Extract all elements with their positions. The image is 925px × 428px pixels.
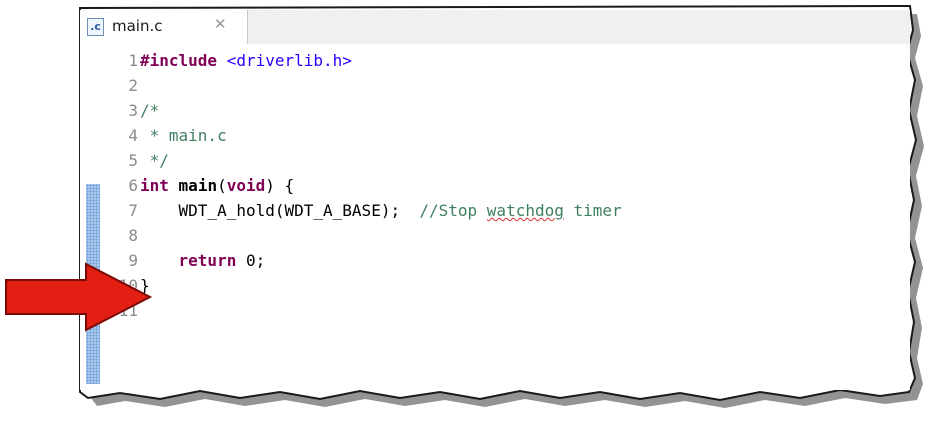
close-icon[interactable]: ✕ [214,15,227,33]
code-lines[interactable]: 1 #include <driverlib.h> 2 3/* 4 * main.c 5 *… [80,44,910,390]
code-token: #include [140,51,218,70]
code-token: ( [217,176,227,195]
tab-main-c[interactable]: .c main.c ✕ [80,10,248,44]
editor-tab-bar: .c main.c ✕ [80,10,910,45]
code-text: WDT_A_hold(WDT_A_BASE); //Stop watchdog … [140,198,622,223]
code-token: WDT_A_hold(WDT_A_BASE); [140,201,420,220]
line-number: 8 [128,226,138,245]
code-line[interactable]: 8 [80,223,910,248]
code-text: #include <driverlib.h> [140,48,352,73]
line-number: 1 [128,51,138,70]
code-token: * main.c [140,126,227,145]
code-token: main [178,176,218,195]
code-token: int [140,176,169,195]
code-line[interactable]: 6 int main(void) { [80,173,910,198]
code-text: */ [140,148,169,173]
code-token: void [226,176,266,195]
code-token: timer [563,201,622,220]
tab-label: main.c [112,17,163,35]
spelling-warning-token: watchdog [486,201,564,220]
code-text: /* [140,98,159,123]
code-token: */ [140,151,169,170]
screenshot-stage: .c main.c ✕ 1 #include <driverlib.h> 2 3/* 4… [0,0,925,428]
code-text: int main(void) { [140,173,294,198]
line-number: 3 [128,101,138,120]
code-line[interactable]: 2 [80,73,910,98]
code-token: return [178,251,237,270]
code-editor: .c main.c ✕ 1 #include <driverlib.h> 2 3/* 4… [80,10,910,390]
red-right-arrow-icon [5,262,153,332]
line-number: 4 [128,126,138,145]
line-number: 7 [128,201,138,220]
line-number: 2 [128,76,138,95]
c-source-file-icon: .c [87,18,104,36]
code-line[interactable]: 1 #include <driverlib.h> [80,48,910,73]
code-line[interactable]: 9 return 0; [80,248,910,273]
code-text: return 0; [140,248,266,273]
code-text: * main.c [140,123,227,148]
line-number: 5 [128,151,138,170]
code-token: //Stop [419,201,487,220]
line-number: 6 [128,176,138,195]
code-line[interactable]: 3/* [80,98,910,123]
code-token: 0; [236,251,266,270]
code-line[interactable]: 10} [80,273,910,298]
code-line[interactable]: 11 [80,298,910,323]
code-line[interactable]: 7 WDT_A_hold(WDT_A_BASE); //Stop watchdo… [80,198,910,223]
code-token: <driverlib.h> [226,51,352,70]
change-markers [86,44,100,390]
code-line[interactable]: 5 */ [80,148,910,173]
code-line[interactable]: 4 * main.c [80,123,910,148]
code-token: /* [140,101,160,120]
code-token: ) { [265,176,295,195]
